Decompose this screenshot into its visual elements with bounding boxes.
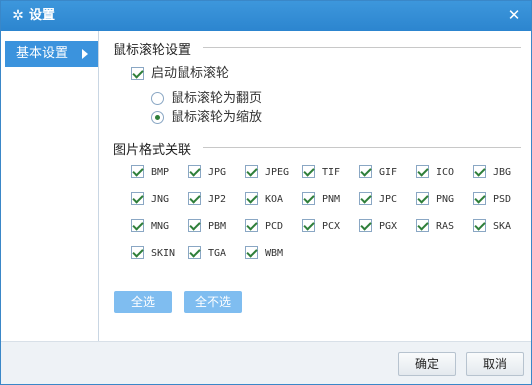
format-label: JPC bbox=[379, 194, 398, 205]
format-label: JNG bbox=[151, 194, 170, 205]
format-label: SKIN bbox=[151, 248, 176, 259]
enable-wheel-checkbox[interactable] bbox=[131, 67, 144, 80]
format-label: SKA bbox=[493, 221, 512, 232]
select-none-button[interactable]: 全不选 bbox=[184, 291, 242, 313]
window-title: 设置 bbox=[29, 8, 56, 23]
format-checkbox-ras[interactable] bbox=[416, 219, 429, 232]
sidebar-item-basic-settings[interactable]: 基本设置 bbox=[5, 41, 98, 67]
format-checkbox-skin[interactable] bbox=[131, 246, 144, 259]
format-label: MNG bbox=[151, 221, 170, 232]
format-checkbox-ska[interactable] bbox=[473, 219, 486, 232]
format-label: TGA bbox=[208, 248, 227, 259]
chevron-right-icon bbox=[82, 49, 88, 59]
sidebar: 基本设置 bbox=[1, 31, 99, 341]
format-checkbox-jpeg[interactable] bbox=[245, 165, 258, 178]
sidebar-item-label: 基本设置 bbox=[16, 46, 69, 61]
format-checkbox-gif[interactable] bbox=[359, 165, 372, 178]
close-icon[interactable]: ✕ bbox=[505, 6, 523, 24]
format-checkbox-jng[interactable] bbox=[131, 192, 144, 205]
wheel-zoom-radio[interactable] bbox=[151, 111, 164, 124]
format-checkbox-bmp[interactable] bbox=[131, 165, 144, 178]
format-label: PGX bbox=[379, 221, 398, 232]
gear-icon: ✲ bbox=[12, 8, 24, 24]
format-label: JPEG bbox=[265, 167, 290, 178]
format-label: ICO bbox=[436, 167, 455, 178]
format-checkbox-jbg[interactable] bbox=[473, 165, 486, 178]
wheel-zoom-label: 鼠标滚轮为缩放 bbox=[171, 110, 263, 125]
wheel-page-radio[interactable] bbox=[151, 92, 164, 105]
enable-wheel-label: 启动鼠标滚轮 bbox=[151, 66, 230, 81]
format-checkbox-pcd[interactable] bbox=[245, 219, 258, 232]
format-checkbox-koa[interactable] bbox=[245, 192, 258, 205]
format-label: KOA bbox=[265, 194, 284, 205]
format-label: JP2 bbox=[208, 194, 227, 205]
dialog-footer: 确定 取消 bbox=[1, 341, 531, 384]
format-checkbox-tga[interactable] bbox=[188, 246, 201, 259]
format-checkbox-jpg[interactable] bbox=[188, 165, 201, 178]
format-checkbox-pcx[interactable] bbox=[302, 219, 315, 232]
format-checkbox-wbm[interactable] bbox=[245, 246, 258, 259]
format-label: PNM bbox=[322, 194, 341, 205]
select-all-button[interactable]: 全选 bbox=[114, 291, 172, 313]
format-label: PBM bbox=[208, 221, 227, 232]
format-checkbox-ico[interactable] bbox=[416, 165, 429, 178]
format-checkbox-tif[interactable] bbox=[302, 165, 315, 178]
format-label: TIF bbox=[322, 167, 341, 178]
format-checkbox-jpc[interactable] bbox=[359, 192, 372, 205]
format-label: PCX bbox=[322, 221, 341, 232]
format-label: PCD bbox=[265, 221, 284, 232]
settings-window: ✲ 设置 ✕ 基本设置 鼠标滚轮设置 启动鼠标滚轮 鼠标滚轮为翻页 鼠标滚轮为缩… bbox=[0, 0, 532, 385]
format-checkbox-pbm[interactable] bbox=[188, 219, 201, 232]
format-label: GIF bbox=[379, 167, 398, 178]
format-checkbox-psd[interactable] bbox=[473, 192, 486, 205]
cancel-button[interactable]: 取消 bbox=[466, 352, 524, 376]
scroll-section-title: 鼠标滚轮设置 bbox=[113, 43, 192, 58]
format-label: PSD bbox=[493, 194, 512, 205]
scroll-section-divider bbox=[203, 47, 521, 48]
format-label: PNG bbox=[436, 194, 455, 205]
title-bar: ✲ 设置 ✕ bbox=[1, 1, 531, 31]
format-label: BMP bbox=[151, 167, 170, 178]
format-label: WBM bbox=[265, 248, 284, 259]
ok-button[interactable]: 确定 bbox=[398, 352, 456, 376]
format-checkbox-pnm[interactable] bbox=[302, 192, 315, 205]
format-checkbox-mng[interactable] bbox=[131, 219, 144, 232]
format-label: JBG bbox=[493, 167, 512, 178]
formats-section-divider bbox=[203, 147, 521, 148]
format-checkbox-png[interactable] bbox=[416, 192, 429, 205]
format-label: RAS bbox=[436, 221, 455, 232]
wheel-page-label: 鼠标滚轮为翻页 bbox=[171, 91, 263, 106]
format-checkbox-jp2[interactable] bbox=[188, 192, 201, 205]
formats-section-title: 图片格式关联 bbox=[113, 143, 192, 158]
format-checkbox-pgx[interactable] bbox=[359, 219, 372, 232]
format-label: JPG bbox=[208, 167, 227, 178]
